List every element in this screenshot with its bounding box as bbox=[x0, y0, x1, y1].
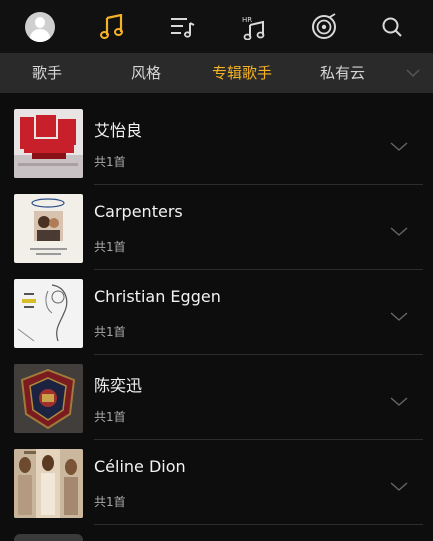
track-count: 共1首 bbox=[94, 240, 126, 254]
artist-name: 陈奕迅 bbox=[94, 376, 143, 395]
track-count: 共1首 bbox=[94, 410, 126, 424]
music-note-icon[interactable] bbox=[94, 9, 130, 45]
album-cover bbox=[14, 109, 83, 178]
chevron-down-icon[interactable] bbox=[405, 65, 421, 81]
top-nav-bar: HR bbox=[0, 0, 433, 53]
artist-name: Céline Dion bbox=[94, 457, 186, 476]
album-cover bbox=[14, 534, 83, 541]
album-cover bbox=[14, 364, 83, 433]
radio-icon[interactable] bbox=[306, 9, 342, 45]
list-item[interactable]: 艾怡良 共1首 bbox=[0, 93, 433, 185]
artist-list: 艾怡良 共1首 Carpenters 共1首 Christian Eggen 共… bbox=[0, 93, 433, 541]
list-item[interactable]: Céline Dion 共1首 bbox=[0, 433, 433, 525]
chevron-down-icon[interactable] bbox=[390, 307, 408, 321]
list-item[interactable]: Carpenters 共1首 bbox=[0, 178, 433, 270]
tab-artists[interactable]: 歌手 bbox=[32, 53, 62, 93]
track-count: 共1首 bbox=[94, 495, 126, 509]
playlist-icon[interactable] bbox=[164, 9, 200, 45]
album-cover bbox=[14, 279, 83, 348]
divider bbox=[94, 524, 423, 525]
artist-name: Christian Eggen bbox=[94, 287, 221, 306]
chevron-down-icon[interactable] bbox=[390, 137, 408, 151]
tab-album-artists[interactable]: 专辑歌手 bbox=[212, 53, 272, 93]
artist-name: 艾怡良 bbox=[94, 121, 143, 140]
category-tabs: 歌手 风格 专辑歌手 私有云 bbox=[0, 53, 433, 93]
chevron-down-icon[interactable] bbox=[390, 392, 408, 406]
list-item[interactable]: Christian Eggen 共1首 bbox=[0, 263, 433, 355]
track-count: 共1首 bbox=[94, 155, 126, 169]
album-cover bbox=[14, 194, 83, 263]
avatar bbox=[25, 12, 55, 42]
list-item[interactable]: 陈奕迅 共1首 bbox=[0, 348, 433, 440]
artist-name: Carpenters bbox=[94, 202, 183, 221]
svg-text:HR: HR bbox=[242, 16, 252, 24]
chevron-down-icon[interactable] bbox=[390, 222, 408, 236]
track-count: 共1首 bbox=[94, 325, 126, 339]
album-cover bbox=[14, 449, 83, 518]
hires-music-icon[interactable]: HR bbox=[236, 9, 272, 45]
tab-genres[interactable]: 风格 bbox=[131, 53, 161, 93]
user-avatar-button[interactable] bbox=[22, 9, 58, 45]
tab-private-cloud[interactable]: 私有云 bbox=[320, 53, 365, 93]
search-icon[interactable] bbox=[374, 9, 410, 45]
app-root: HR 歌手 风格 专辑歌手 私有云 艾怡良 共1首 Carpenters 共1首… bbox=[0, 0, 433, 541]
chevron-down-icon[interactable] bbox=[390, 477, 408, 491]
